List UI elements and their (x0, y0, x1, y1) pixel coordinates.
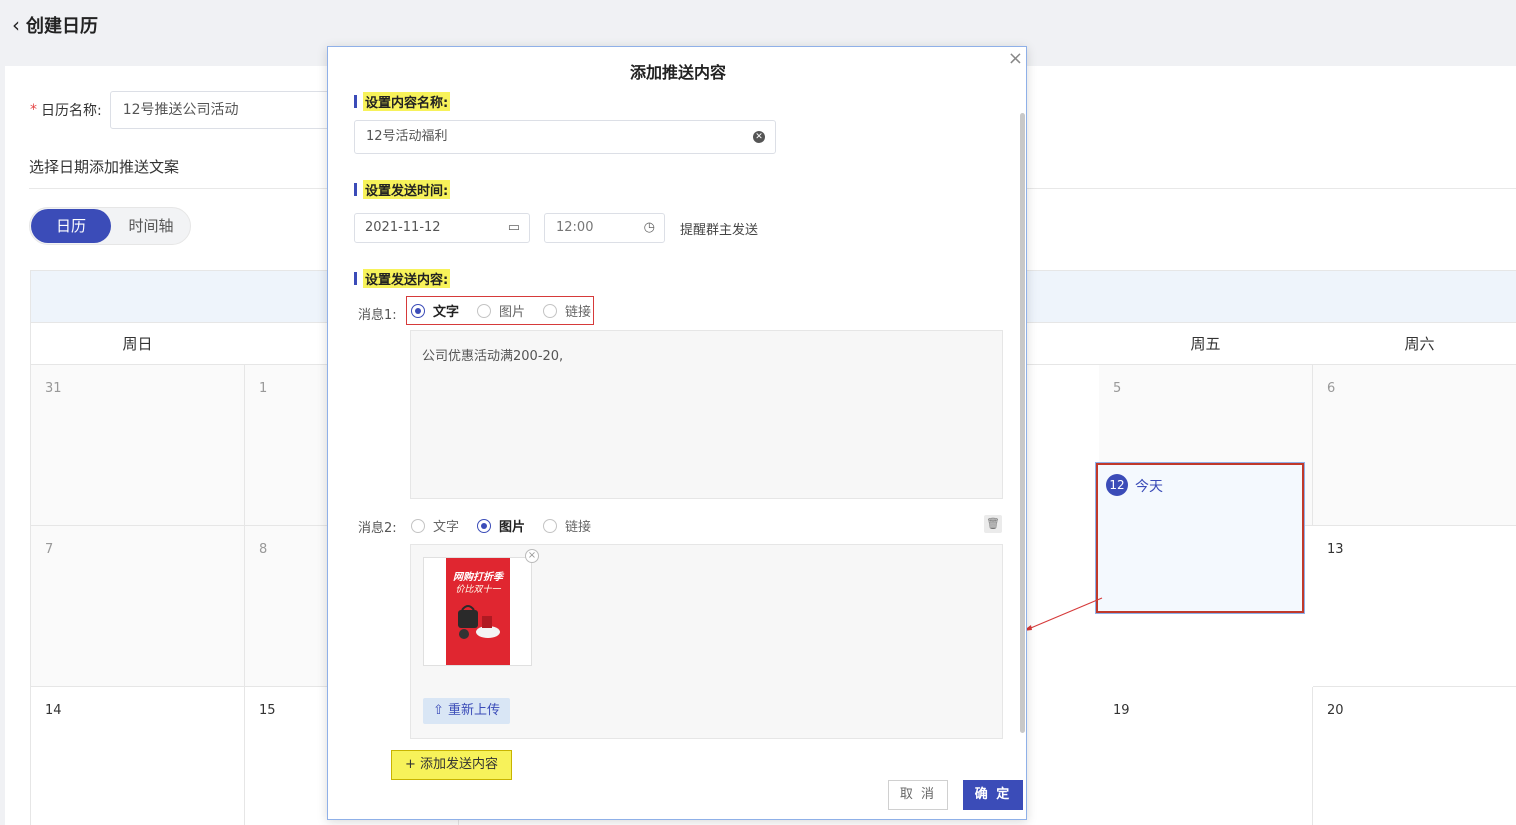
message-2-label: 消息2: (358, 521, 397, 536)
weekday-label: 周日 (122, 335, 153, 353)
day-number: 5 (1113, 381, 1122, 396)
radio-circle[interactable] (477, 303, 492, 318)
clear-icon[interactable]: ✕ (753, 131, 765, 143)
section-bar (354, 95, 357, 108)
reupload-button[interactable]: ⇧ 重新上传 (423, 698, 510, 724)
time-value: 12:00 (556, 220, 594, 235)
radio-text[interactable]: 文字 (411, 516, 459, 535)
image-caption: 网购打折季 (453, 572, 503, 583)
day-number: 7 (45, 542, 54, 557)
section-label: 设置发送时间: (363, 180, 451, 199)
add-push-content-dialog: 添加推送内容 × 设置内容名称: 12号活动福利 ✕ 设置发送时间: 2021-… (327, 46, 1027, 820)
day-cell[interactable]: 13 (1313, 526, 1516, 687)
radio-circle[interactable] (477, 518, 492, 533)
promo-image: 网购打折季 价比双十一 (446, 558, 510, 665)
radio-label: 文字 (433, 305, 460, 320)
section-bar (354, 272, 357, 285)
radio-label: 文字 (433, 520, 460, 535)
today-cell[interactable]: 12 今天 (1095, 462, 1305, 614)
tab-calendar[interactable]: 日历 (31, 209, 111, 243)
content-name-section: 设置内容名称: (354, 92, 451, 111)
page-title: 创建日历 (26, 16, 98, 37)
reupload-label: 重新上传 (448, 703, 501, 718)
scrollbar[interactable] (1020, 113, 1025, 733)
day-number: 6 (1327, 381, 1336, 396)
radio-link[interactable]: 链接 (543, 301, 591, 320)
back-button[interactable]: ‹ 创建日历 (12, 12, 98, 38)
remove-image-icon[interactable]: × (525, 549, 539, 563)
add-content-button[interactable]: + 添加发送内容 (391, 750, 512, 780)
radio-circle[interactable] (411, 303, 425, 318)
product-graphic (458, 605, 500, 639)
radio-label: 图片 (499, 520, 526, 535)
day-cell[interactable]: 19 (1099, 687, 1313, 825)
date-picker[interactable]: 2021-11-12 ▭ (354, 213, 530, 243)
add-content-label: 添加发送内容 (420, 757, 499, 772)
view-toggle: 日历 时间轴 (29, 207, 191, 245)
radio-circle[interactable] (411, 518, 425, 533)
trash-icon[interactable]: 🗑 (984, 515, 1002, 533)
day-number: 19 (1113, 703, 1130, 718)
day-number: 15 (259, 703, 276, 718)
date-value: 2021-11-12 (365, 220, 441, 235)
required-mark: * (30, 102, 37, 118)
dialog-title: 添加推送内容 (629, 63, 726, 82)
radio-text[interactable]: 文字 (411, 301, 459, 320)
content-name-value: 12号活动福利 (366, 129, 448, 144)
calendar-name-row: * 日历名称: 12号推送公司活动 (30, 91, 340, 129)
day-number: 13 (1327, 542, 1344, 557)
radio-label: 链接 (565, 305, 592, 320)
message-2-type-radio: 文字 图片 链接 (411, 516, 603, 535)
today-badge: 12 (1106, 474, 1128, 496)
today-label: 今天 (1135, 479, 1163, 495)
tab-timeline[interactable]: 时间轴 (116, 209, 186, 243)
confirm-button[interactable]: 确 定 (963, 780, 1023, 810)
radio-label: 图片 (499, 305, 526, 320)
calendar-icon: ▭ (507, 220, 520, 235)
day-cell[interactable]: 7 (31, 526, 245, 687)
section-label: 设置发送内容: (363, 269, 451, 288)
radio-circle[interactable] (543, 303, 558, 318)
image-thumbnail[interactable]: 网购打折季 价比双十一 (423, 557, 532, 666)
day-cell[interactable]: 6 (1313, 365, 1516, 526)
section-title: 选择日期添加推送文案 (29, 158, 180, 176)
clock-icon: ◷ (643, 220, 655, 235)
day-cell[interactable]: 31 (31, 365, 245, 526)
radio-circle[interactable] (543, 518, 558, 533)
radio-image[interactable]: 图片 (477, 301, 525, 320)
day-number: 31 (45, 381, 62, 396)
close-icon[interactable]: × (1008, 48, 1023, 69)
message-2-image-area: 网购打折季 价比双十一 × ⇧ 重新上传 (410, 544, 1003, 739)
radio-label: 链接 (565, 520, 592, 535)
send-content-section: 设置发送内容: (354, 269, 451, 288)
day-number: 1 (259, 381, 268, 396)
radio-link[interactable]: 链接 (543, 516, 591, 535)
message-1-type-radio: 文字 图片 链接 (406, 296, 595, 325)
day-number: 8 (259, 542, 268, 557)
day-number: 14 (45, 703, 62, 718)
cancel-button[interactable]: 取 消 (888, 780, 948, 810)
day-cell[interactable]: 14 (31, 687, 245, 825)
plus-icon: + (404, 757, 416, 772)
message-1-label: 消息1: (358, 308, 397, 323)
weekday-label: 周六 (1404, 335, 1435, 353)
time-picker[interactable]: 12:00 ◷ (544, 213, 665, 243)
section-label: 设置内容名称: (363, 92, 451, 111)
image-caption: 价比双十一 (455, 585, 501, 595)
day-number: 20 (1327, 703, 1344, 718)
chevron-left-icon: ‹ (12, 13, 20, 37)
calendar-name-label: 日历名称: (41, 103, 102, 119)
calendar-name-input[interactable]: 12号推送公司活动 (109, 91, 340, 129)
message-1-textarea[interactable]: 公司优惠活动满200-20, (410, 330, 1003, 499)
weekday-label: 周五 (1190, 335, 1221, 353)
send-time-section: 设置发送时间: (354, 180, 451, 199)
annotation-arrow (1023, 597, 1103, 631)
content-name-input[interactable]: 12号活动福利 ✕ (354, 120, 776, 154)
remind-text: 提醒群主发送 (680, 223, 759, 238)
day-cell[interactable]: 20 (1313, 687, 1516, 825)
upload-icon: ⇧ (432, 703, 444, 718)
section-bar (354, 183, 357, 196)
radio-image[interactable]: 图片 (477, 516, 525, 535)
